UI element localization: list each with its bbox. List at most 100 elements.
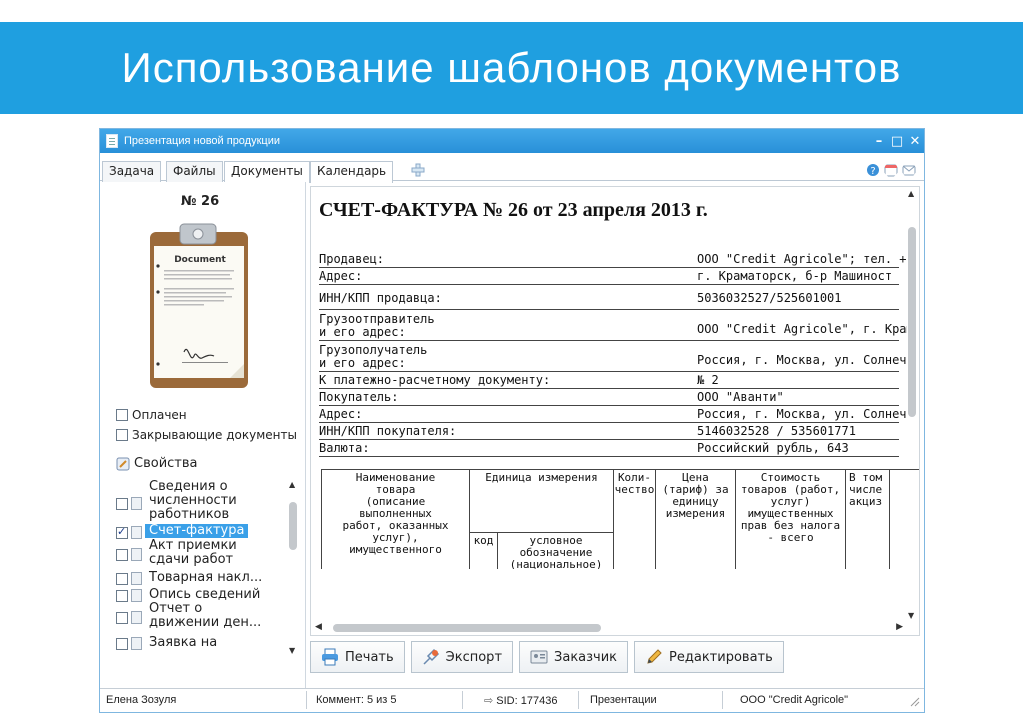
- maximize-button[interactable]: □: [888, 134, 906, 149]
- document-icon: [131, 497, 142, 510]
- field-label: ИНН/КПП покупателя:: [319, 424, 457, 438]
- field-label: Грузополучатель и его адрес:: [319, 343, 428, 370]
- svg-text:?: ?: [870, 166, 875, 177]
- list-item-checkbox[interactable]: [116, 573, 128, 585]
- tab-documents[interactable]: Документы: [224, 161, 310, 183]
- field-row: Грузоотправитель и его адрес: ООО "Credit…: [319, 311, 907, 341]
- field-value: ООО "Аванти": [697, 390, 784, 404]
- tab-task[interactable]: Задача: [102, 161, 162, 182]
- field-row: К платежно-расчетному документу: № 2: [319, 373, 899, 389]
- scroll-thumb[interactable]: [333, 624, 601, 632]
- unit-subheader: код условное обозначение (национальное): [470, 532, 614, 569]
- field-value: 5036032527/525601001: [697, 291, 842, 305]
- document-icon: [131, 548, 142, 561]
- field-row: Продавец: ООО "Credit Agricole"; тел. +7: [319, 252, 907, 268]
- tab-files[interactable]: Файлы: [166, 161, 223, 182]
- col-header-name: Наименование товара (описание выполненны…: [322, 470, 470, 569]
- tab-calendar[interactable]: Календарь: [310, 161, 394, 183]
- paid-checkbox[interactable]: Оплачен: [116, 408, 187, 422]
- title-bar: Презентация новой продукции – □ ✕: [100, 129, 924, 153]
- mail-icon[interactable]: [902, 163, 916, 177]
- list-item[interactable]: Опись сведений: [116, 586, 260, 602]
- list-item-checkbox[interactable]: [116, 498, 128, 510]
- contact-card-icon: [530, 650, 548, 664]
- list-item-label: Сведения о: [149, 480, 228, 494]
- field-value: Россия, г. Москва, ул. Солнеч: [697, 407, 907, 421]
- tab-strip: Задача Файлы Документы Календарь ?: [100, 159, 924, 183]
- list-item-label: численности: [149, 493, 237, 508]
- close-button[interactable]: ✕: [906, 134, 924, 149]
- list-item-checkbox[interactable]: [116, 525, 128, 539]
- status-comment[interactable]: Коммент: 5 из 5: [316, 694, 397, 706]
- preview-vertical-scrollbar[interactable]: ▲ ▼: [905, 187, 919, 622]
- list-item-checkbox[interactable]: [116, 549, 128, 561]
- field-label: Адрес:: [319, 407, 363, 421]
- list-item-label: Заявка на: [149, 635, 218, 650]
- col-header-unit-code: код: [470, 533, 498, 569]
- field-label: Грузоотправитель и его адрес:: [319, 312, 435, 339]
- list-item[interactable]: Товарная накл...: [116, 569, 262, 585]
- document-number: № 26: [180, 194, 220, 209]
- list-item-label: Акт приемки: [149, 538, 237, 553]
- status-bar: Елена Зозуля Коммент: 5 из 5 ⇨ SID: 1774…: [100, 688, 924, 712]
- list-item[interactable]: Акт приемки сдачи работ: [116, 539, 237, 567]
- field-value: 5146032528 / 535601771: [697, 424, 856, 438]
- edit-button[interactable]: Редактировать: [634, 641, 784, 673]
- window-title: Презентация новой продукции: [124, 135, 281, 147]
- customer-button[interactable]: Заказчик: [519, 641, 629, 673]
- status-company: ООО "Credit Agricole": [740, 694, 849, 706]
- document-icon: [131, 589, 142, 602]
- printer-icon: [322, 648, 338, 666]
- closing-docs-checkbox[interactable]: Закрывающие документы: [116, 428, 297, 442]
- help-icon[interactable]: ?: [866, 163, 880, 177]
- export-label: Экспорт: [445, 649, 503, 665]
- export-button[interactable]: Экспорт: [410, 641, 514, 673]
- scroll-up-icon[interactable]: ▲: [289, 480, 295, 489]
- field-value: ООО "Credit Agricole"; тел. +7: [697, 252, 907, 266]
- field-label: Валюта:: [319, 441, 370, 455]
- left-panel: № 26 Document Оплачен Закрывающие докуме…: [100, 182, 306, 688]
- add-tab-icon[interactable]: [411, 163, 425, 177]
- banner-title: Использование шаблонов документов: [0, 22, 1023, 114]
- print-button[interactable]: Печать: [310, 641, 405, 673]
- edit-label: Редактировать: [669, 649, 773, 665]
- list-item[interactable]: Отчет о движении ден...: [116, 602, 261, 630]
- field-row: Адрес: г. Краматорск, б-р Машиност: [319, 269, 899, 285]
- clipboard-document-icon: Document: [150, 223, 248, 388]
- document-list-scrollbar[interactable]: ▲ ▼: [287, 480, 299, 655]
- list-item-label: Счет-фактура: [145, 524, 249, 538]
- list-item-label: Опись сведений: [149, 587, 261, 602]
- list-item-checkbox[interactable]: [116, 638, 128, 650]
- list-item[interactable]: Заявка на: [116, 634, 217, 650]
- preview-horizontal-scrollbar[interactable]: ◀ ▶: [311, 621, 907, 635]
- list-item-selected[interactable]: Счет-фактура: [116, 523, 249, 539]
- list-item-label: работников: [149, 507, 230, 522]
- status-sid-label: SID: 177436: [496, 695, 558, 707]
- closing-docs-checkbox-box[interactable]: [116, 429, 128, 441]
- scroll-down-icon[interactable]: ▼: [908, 611, 914, 620]
- scroll-thumb[interactable]: [908, 227, 916, 417]
- status-sid[interactable]: ⇨ SID: 177436: [484, 694, 557, 707]
- scroll-right-icon[interactable]: ▶: [896, 622, 903, 632]
- field-label: К платежно-расчетному документу:: [319, 373, 551, 387]
- list-item-checkbox[interactable]: [116, 612, 128, 624]
- paid-checkbox-box[interactable]: [116, 409, 128, 421]
- field-label: ИНН/КПП продавца:: [319, 291, 442, 305]
- field-value: Россия, г. Москва, ул. Солнеч: [697, 353, 907, 367]
- scroll-left-icon[interactable]: ◀: [315, 622, 322, 632]
- minimize-button[interactable]: –: [870, 134, 888, 149]
- calendar-icon[interactable]: [884, 163, 898, 177]
- scroll-thumb[interactable]: [289, 502, 297, 550]
- resize-grip-icon[interactable]: [908, 695, 920, 707]
- field-value: Российский рубль, 643: [697, 441, 849, 455]
- document-icon: [131, 637, 142, 650]
- properties-link[interactable]: Свойства: [116, 456, 198, 471]
- list-item-checkbox[interactable]: [116, 590, 128, 602]
- clipboard-heading: Document: [174, 255, 226, 265]
- list-item[interactable]: Сведения о численности работников: [116, 480, 237, 522]
- field-value: ООО "Credit Agricole", г. Крам: [697, 322, 907, 336]
- scroll-down-icon[interactable]: ▼: [289, 646, 295, 655]
- scroll-up-icon[interactable]: ▲: [908, 189, 914, 198]
- col-header-excise: В том числе акциз: [846, 470, 890, 569]
- col-header-qty: Коли- чество: [614, 470, 656, 569]
